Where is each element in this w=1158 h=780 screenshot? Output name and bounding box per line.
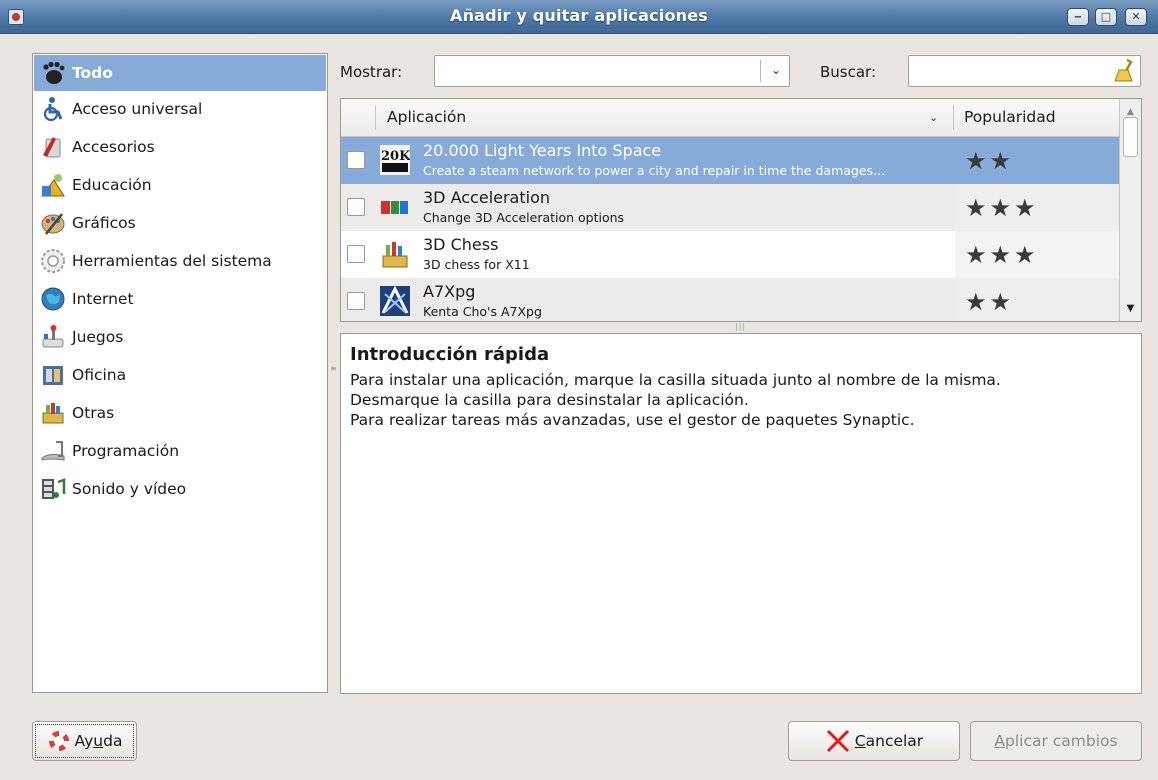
minimize-button[interactable]: ‒ [1067,8,1089,26]
other-box-icon [40,400,66,426]
category-item-sonido-video[interactable]: Sonido y vídeo [34,471,326,507]
install-checkbox[interactable] [347,245,365,263]
app-name: 3D Acceleration [423,188,551,207]
office-icon [40,362,66,388]
sidebar-resize-grip[interactable]: ≡ [330,365,337,373]
window-title: Añadir y quitar aplicaciones [449,6,709,25]
apply-changes-button: Aplicar cambios [970,721,1142,761]
category-label: Gráficos [72,214,136,232]
scrollbar-thumb[interactable] [1123,117,1138,157]
category-label: Todo [72,64,113,82]
multimedia-icon [40,476,66,502]
intro-line: Desmarque la casilla para desinstalar la… [350,391,749,409]
category-list[interactable]: Todo Acceso universal Accesorios Educaci… [32,53,328,693]
globe-icon [40,286,66,312]
column-header-application[interactable]: Aplicación [387,108,466,126]
category-label: Accesorios [72,138,155,156]
help-button[interactable]: Ayuda [32,721,137,761]
app-name: A7Xpg [423,282,476,301]
category-item-todo[interactable]: Todo [34,55,326,91]
category-label: Sonido y vídeo [72,480,187,498]
help-button-label: Ayuda [74,732,123,750]
popularity-stars: ★★ [965,288,1015,316]
header-divider [953,105,954,130]
20k-logo-icon: 20K [380,145,411,175]
category-label: Oficina [72,366,127,384]
category-label: Juegos [72,328,124,346]
app-description: Kenta Cho's A7Xpg [423,304,542,319]
popularity-stars: ★★★ [965,241,1039,269]
intro-title: Introducción rápida [350,344,550,365]
category-label: Programación [72,442,180,460]
dri-logo-icon [380,192,410,222]
category-label: Herramientas del sistema [72,252,272,270]
install-checkbox[interactable] [347,198,365,216]
sort-chevron-icon: ⌄ [929,111,939,124]
table-scrollbar[interactable]: ▲ ▼ [1119,99,1141,321]
category-item-herramientas[interactable]: Herramientas del sistema [34,243,326,279]
intro-line: Para instalar una aplicación, marque la … [350,371,1001,389]
category-label: Otras [72,404,115,422]
application-table[interactable]: Aplicación ⌄ Popularidad 20K 20.000 Ligh… [340,98,1142,322]
cancel-button[interactable]: Cancelar [788,721,960,761]
category-item-graficos[interactable]: Gráficos [34,205,326,241]
lifebuoy-icon [47,729,71,753]
category-label: Educación [72,176,152,194]
maximize-button[interactable]: □ [1095,8,1117,26]
app-name: 20.000 Light Years Into Space [423,141,662,160]
show-combo[interactable]: ⌄ [434,55,790,87]
programming-icon [40,438,66,464]
popularity-stars: ★★ [965,147,1015,175]
accessories-icon [40,134,66,160]
category-item-educacion[interactable]: Educación [34,167,326,203]
category-label: Internet [72,290,134,308]
show-label: Mostrar: [340,63,403,81]
app-description: Change 3D Acceleration options [423,210,625,225]
category-item-internet[interactable]: Internet [34,281,326,317]
category-item-juegos[interactable]: Juegos [34,319,326,355]
joystick-icon [40,324,66,350]
table-row[interactable]: 3D Acceleration Change 3D Acceleration o… [341,184,1119,231]
search-input[interactable] [908,55,1141,87]
chevron-down-icon[interactable]: ⌄ [771,63,781,77]
search-label: Buscar: [820,63,877,81]
app-name: 3D Chess [423,235,499,254]
description-pane: Introducción rápida Para instalar una ap… [340,333,1142,694]
category-item-programacion[interactable]: Programación [34,433,326,469]
graphics-palette-icon [40,210,66,236]
category-item-acceso-universal[interactable]: Acceso universal [34,91,326,127]
app-description: Create a steam network to power a city a… [423,163,885,178]
close-button[interactable]: ✕ [1125,8,1147,26]
combo-separator [760,60,761,82]
table-row[interactable]: 3D Chess 3D chess for X11 ★★★ [341,231,1119,278]
install-checkbox[interactable] [347,151,365,169]
column-header-popularity[interactable]: Popularidad [964,108,1056,126]
intro-line: Para realizar tareas más avanzadas, use … [350,411,915,429]
chess-icon [380,239,410,269]
gnome-foot-icon [40,60,66,86]
category-item-otras[interactable]: Otras [34,395,326,431]
cancel-button-label: Cancelar [854,732,924,750]
accessibility-icon [40,96,66,122]
cancel-x-icon [825,728,851,754]
category-label: Acceso universal [72,100,203,118]
header-divider [375,105,376,130]
table-header: Aplicación ⌄ Popularidad [341,99,1119,137]
a7xpg-logo-icon [380,285,410,316]
pane-resize-grip[interactable]: ||| [735,322,746,331]
svg-text:20K: 20K [381,149,410,164]
clear-broom-icon[interactable] [1113,58,1135,87]
title-bar: Añadir y quitar aplicaciones ‒ □ ✕ [0,0,1158,34]
education-icon [40,172,66,198]
table-row[interactable]: A7Xpg Kenta Cho's A7Xpg ★★ [341,278,1119,321]
popularity-stars: ★★★ [965,194,1039,222]
category-item-accesorios[interactable]: Accesorios [34,129,326,165]
scroll-down-icon[interactable]: ▼ [1122,300,1139,318]
app-description: 3D chess for X11 [423,257,530,272]
category-item-oficina[interactable]: Oficina [34,357,326,393]
apply-button-label: Aplicar cambios [994,732,1118,750]
table-row[interactable]: 20K 20.000 Light Years Into Space Create… [341,137,1119,184]
system-gear-icon [40,248,66,274]
install-checkbox[interactable] [347,292,365,310]
